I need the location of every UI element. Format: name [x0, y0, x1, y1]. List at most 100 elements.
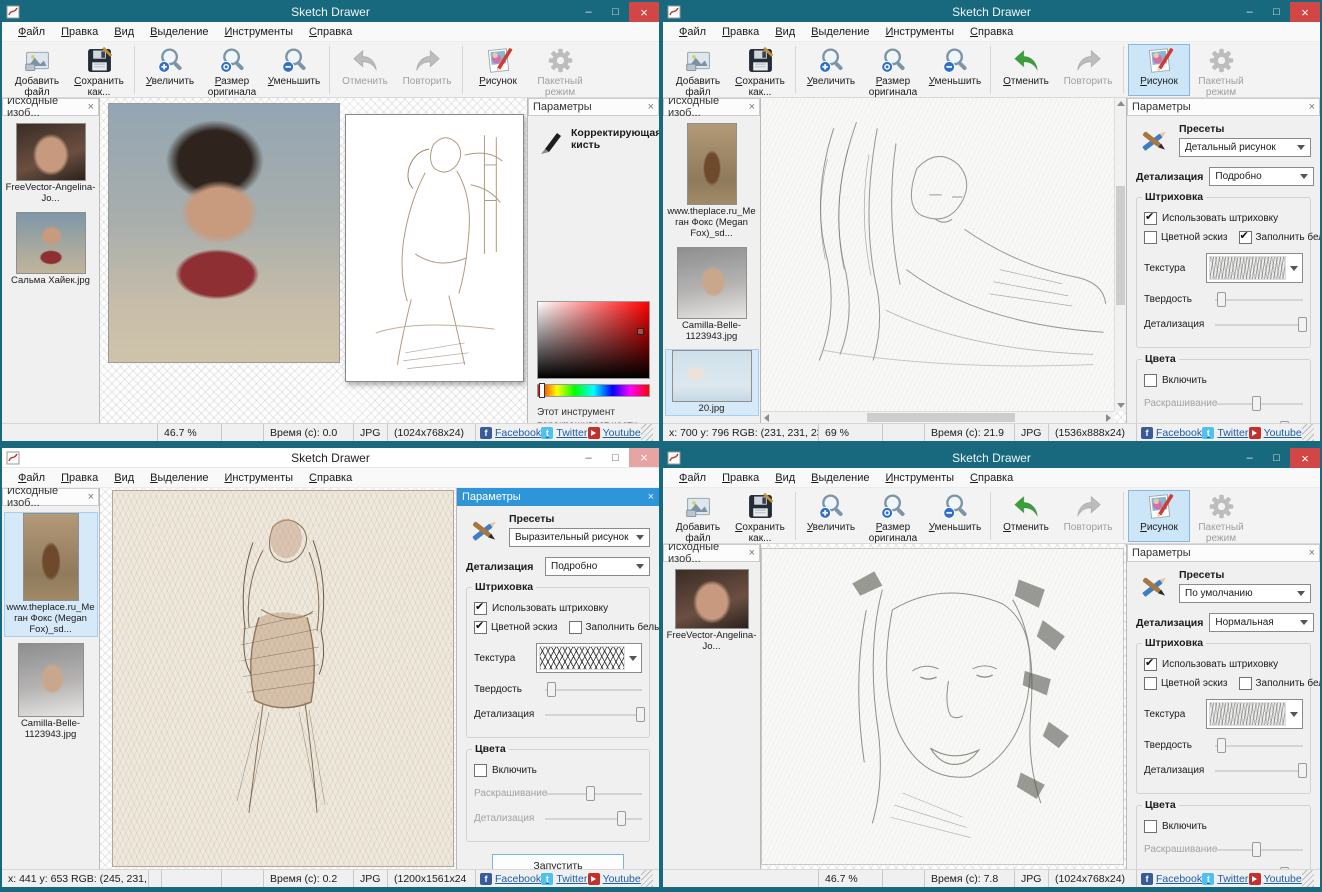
- close-button[interactable]: [1290, 2, 1320, 22]
- thumbnail-angelina[interactable]: FreeVector-Angelina-Jo...: [666, 569, 758, 653]
- zoom-out-button[interactable]: Уменьшить: [924, 44, 986, 96]
- panel-close-icon[interactable]: [88, 101, 94, 113]
- preset-select[interactable]: По умолчанию: [1179, 584, 1311, 603]
- maximize-button[interactable]: [1263, 448, 1290, 468]
- slider-thumb[interactable]: [1216, 738, 1226, 753]
- resize-grip[interactable]: [641, 424, 653, 441]
- save-as-button[interactable]: Сохранить как...: [729, 490, 791, 544]
- menu-view[interactable]: Вид: [767, 469, 803, 487]
- youtube-link[interactable]: Youtube: [587, 872, 641, 885]
- original-size-button[interactable]: Размер оригинала: [201, 44, 263, 98]
- slider-thumb[interactable]: [1216, 292, 1226, 307]
- hue-cursor[interactable]: [539, 383, 545, 398]
- canvas-area[interactable]: [761, 98, 1126, 423]
- menu-edit[interactable]: Правка: [714, 469, 767, 487]
- detail-slider[interactable]: [545, 706, 646, 723]
- menu-help[interactable]: Справка: [301, 469, 360, 487]
- color-picker-saturation[interactable]: [537, 301, 650, 379]
- color-sketch-checkbox[interactable]: [1144, 677, 1157, 690]
- add-file-button[interactable]: Добавить файл: [667, 44, 729, 98]
- hardness-slider[interactable]: [1215, 737, 1303, 754]
- use-hatching-checkbox[interactable]: [474, 600, 487, 615]
- texture-select[interactable]: [536, 643, 642, 673]
- facebook-link[interactable]: Facebook: [480, 426, 541, 439]
- save-as-button[interactable]: Сохранить как...: [68, 44, 130, 98]
- scroll-right-icon[interactable]: [1106, 414, 1111, 422]
- minimize-button[interactable]: [575, 448, 602, 467]
- add-file-button[interactable]: Добавить файл: [6, 44, 68, 98]
- detail-select[interactable]: Подробно: [545, 557, 650, 576]
- add-file-button[interactable]: Добавить файл: [667, 490, 729, 544]
- menu-view[interactable]: Вид: [106, 469, 142, 487]
- slider-thumb[interactable]: [636, 707, 646, 722]
- titlebar[interactable]: Sketch Drawer: [2, 448, 659, 468]
- menu-help[interactable]: Справка: [301, 23, 360, 41]
- panel-close-icon[interactable]: [648, 491, 654, 503]
- panel-close-icon[interactable]: [88, 491, 94, 503]
- preset-select[interactable]: Выразительный рисунок: [509, 528, 650, 547]
- scroll-left-icon[interactable]: [764, 414, 769, 422]
- menu-view[interactable]: Вид: [106, 23, 142, 41]
- canvas-area[interactable]: Синяя ручка Фломастер Простой рисунок Яр…: [100, 98, 527, 423]
- texture-select[interactable]: [1206, 253, 1303, 283]
- menu-file[interactable]: Файл: [671, 469, 714, 487]
- facebook-link[interactable]: Facebook: [1141, 426, 1202, 439]
- zoom-out-button[interactable]: Уменьшить: [924, 490, 986, 542]
- detail-select[interactable]: Нормальная: [1209, 613, 1315, 632]
- menu-file[interactable]: Файл: [10, 469, 53, 487]
- thumbnail-camilla[interactable]: Camilla-Belle-1123943.jpg: [666, 246, 758, 343]
- titlebar[interactable]: Sketch Drawer: [663, 448, 1320, 468]
- slider-thumb[interactable]: [1297, 317, 1307, 332]
- menu-help[interactable]: Справка: [962, 23, 1021, 41]
- panel-close-icon[interactable]: [749, 547, 755, 559]
- zoom-out-button[interactable]: Уменьшить: [263, 44, 325, 96]
- menu-tools[interactable]: Инструменты: [877, 469, 962, 487]
- zoom-in-button[interactable]: Увеличить: [139, 44, 201, 96]
- twitter-link[interactable]: Twitter: [1202, 872, 1248, 885]
- menu-file[interactable]: Файл: [10, 23, 53, 41]
- use-hatching-checkbox[interactable]: [1144, 210, 1157, 225]
- thumbnail-megan-selected[interactable]: www.theplace.ru_Меган Фокс (Megan Fox)_s…: [3, 512, 98, 637]
- enable-colors-checkbox[interactable]: [474, 764, 487, 777]
- slider-thumb[interactable]: [546, 682, 556, 697]
- horizontal-scrollbar[interactable]: [761, 411, 1114, 423]
- save-as-button[interactable]: Сохранить как...: [729, 44, 791, 98]
- canvas-area[interactable]: Настройки Язык Русский OK Отмена: [100, 488, 456, 869]
- color-sketch-checkbox[interactable]: [474, 619, 487, 634]
- menu-tools[interactable]: Инструменты: [216, 469, 301, 487]
- resize-grip[interactable]: [641, 870, 653, 887]
- menu-selection[interactable]: Выделение: [803, 469, 877, 487]
- fill-white-checkbox[interactable]: [1238, 229, 1252, 244]
- menu-file[interactable]: Файл: [671, 23, 714, 41]
- maximize-button[interactable]: [602, 2, 629, 22]
- facebook-link[interactable]: Facebook: [1141, 872, 1202, 885]
- color-sketch-checkbox[interactable]: [1144, 231, 1157, 244]
- thumbnail-angelina[interactable]: FreeVector-Angelina-Jo...: [5, 123, 97, 205]
- close-button[interactable]: [1290, 448, 1320, 468]
- twitter-link[interactable]: Twitter: [541, 872, 587, 885]
- thumbnail-megan[interactable]: www.theplace.ru_Меган Фокс (Megan Fox)_s…: [666, 123, 758, 240]
- thumbnail-20-selected[interactable]: 20.jpg: [664, 348, 759, 416]
- menu-tools[interactable]: Инструменты: [216, 23, 301, 41]
- maximize-button[interactable]: [602, 448, 629, 467]
- enable-colors-checkbox[interactable]: [1144, 374, 1157, 387]
- maximize-button[interactable]: [1263, 2, 1290, 22]
- fill-white-checkbox[interactable]: [568, 621, 582, 634]
- detail-slider[interactable]: [1215, 762, 1307, 779]
- panel-close-icon[interactable]: [648, 101, 654, 113]
- twitter-link[interactable]: Twitter: [1202, 426, 1248, 439]
- twitter-link[interactable]: Twitter: [541, 426, 587, 439]
- texture-select[interactable]: [1206, 699, 1303, 729]
- slider-thumb[interactable]: [1297, 763, 1307, 778]
- menu-edit[interactable]: Правка: [53, 23, 106, 41]
- minimize-button[interactable]: [1236, 2, 1263, 22]
- scrollbar-thumb[interactable]: [866, 413, 1016, 422]
- zoom-in-button[interactable]: Увеличить: [800, 490, 862, 542]
- menu-selection[interactable]: Выделение: [142, 23, 216, 41]
- close-button[interactable]: [629, 448, 659, 467]
- panel-close-icon[interactable]: [1309, 101, 1315, 113]
- enable-colors-checkbox[interactable]: [1144, 820, 1157, 833]
- menu-view[interactable]: Вид: [767, 23, 803, 41]
- undo-button[interactable]: Отменить: [995, 44, 1057, 96]
- scrollbar-thumb[interactable]: [1116, 185, 1125, 305]
